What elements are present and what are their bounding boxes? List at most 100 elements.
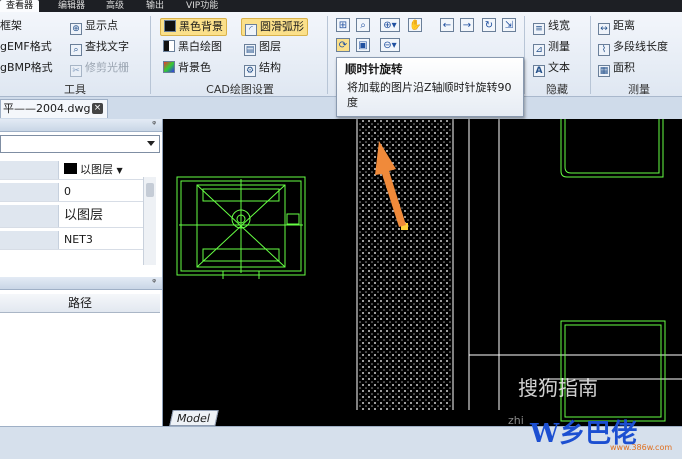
select-frame-icon[interactable]: ▣: [356, 38, 370, 52]
arrow-left-icon[interactable]: ←: [440, 18, 454, 32]
zoom-in-icon[interactable]: ⊕▾: [380, 18, 400, 32]
background-color-button[interactable]: 背景色: [163, 60, 211, 76]
emf-prefix: g: [0, 40, 7, 53]
properties-scrollbar[interactable]: [143, 177, 156, 265]
find-text-label: 查找文字: [85, 40, 129, 53]
measure-button[interactable]: ⊿ 测量: [533, 39, 570, 56]
structure-label: 结构: [259, 61, 281, 74]
area-label: 面积: [613, 61, 635, 74]
arc-icon: ◜: [245, 24, 257, 36]
rotate-back-icon[interactable]: ⇲: [502, 18, 516, 32]
zhi-watermark: zhi: [508, 414, 524, 427]
model-tab[interactable]: Model: [169, 410, 219, 426]
palette-icon: [163, 61, 175, 73]
ribbon-divider: [524, 16, 525, 94]
property-key: [0, 205, 59, 227]
document-tab-label: 平——2004.dwg: [3, 102, 91, 115]
smooth-arcs-button[interactable]: ◜ 圆滑弧形: [241, 18, 308, 36]
trim-raster-label: 修剪光栅: [85, 61, 129, 74]
property-value: NET3: [64, 233, 93, 246]
measure-icon: ⊿: [533, 44, 545, 56]
arrow-right-icon[interactable]: →: [460, 18, 474, 32]
text-button[interactable]: A 文本: [533, 60, 570, 77]
property-value: 以图层: [64, 208, 104, 223]
rotate-clockwise-icon[interactable]: ⟳: [336, 38, 350, 52]
path-column-header[interactable]: 路径: [0, 294, 160, 313]
text-label: 文本: [548, 61, 570, 74]
area-button[interactable]: ▦ 面积: [598, 60, 635, 77]
zoom-out-icon[interactable]: ⊖▾: [380, 38, 400, 52]
color-swatch: [64, 163, 77, 174]
layers-label: 图层: [259, 40, 281, 53]
property-row-layer[interactable]: 0: [0, 183, 150, 202]
tab-editor[interactable]: 编辑器: [52, 0, 91, 12]
property-value: 以图层 ▼: [64, 161, 123, 179]
polyline-length-label: 多段线长度: [613, 40, 668, 53]
fit-window-icon[interactable]: ⊞: [336, 18, 350, 32]
property-key: [0, 231, 59, 249]
rotate-tooltip: 顺时针旋转 将加载的图片沿Z轴顺时针旋转90度: [336, 57, 524, 117]
pin-icon[interactable]: ᵠ: [152, 119, 156, 131]
black-bg-icon: [164, 20, 176, 32]
distance-button[interactable]: ↔ 距离: [598, 18, 635, 35]
emf-label: EMF格式: [6, 40, 52, 53]
cad-drawing: [176, 119, 682, 422]
tab-viewer[interactable]: 查看器: [0, 0, 40, 12]
trim-raster-button[interactable]: ✂ 修剪光栅: [70, 60, 129, 77]
ribbon-divider: [327, 16, 328, 94]
text-icon: A: [533, 65, 545, 77]
properties-panel-title: ᵠ: [0, 119, 162, 132]
document-tab[interactable]: 平——2004.dwg ×: [0, 99, 108, 118]
property-row-lineweight[interactable]: NET3: [0, 231, 150, 250]
area-icon: ▦: [598, 65, 610, 77]
line-width-button[interactable]: ≡ 线宽: [533, 18, 570, 35]
black-background-button[interactable]: 黑色背景: [160, 18, 227, 36]
ribbon-divider: [590, 16, 591, 94]
find-text-button[interactable]: ⌕ 查找文字: [70, 39, 129, 56]
cad-chair-block: [176, 176, 306, 279]
property-row-color[interactable]: 以图层 ▼: [0, 161, 150, 180]
show-points-button[interactable]: ⊕ 显示点: [70, 18, 118, 35]
object-selector-dropdown[interactable]: [0, 135, 160, 153]
bw-drawing-button[interactable]: 黑白绘图: [163, 39, 222, 55]
bg-color-label: 背景色: [178, 61, 211, 74]
property-key: [0, 183, 59, 201]
line-width-label: 线宽: [548, 19, 570, 32]
close-icon[interactable]: ×: [92, 103, 103, 114]
frame-button[interactable]: 框架: [0, 18, 22, 34]
layers-button[interactable]: ▤ 图层: [244, 39, 281, 56]
group-cad-settings-label: CAD绘图设置: [206, 83, 274, 96]
bmp-format-button[interactable]: gBMP格式: [0, 60, 53, 76]
tab-advanced[interactable]: 高级: [100, 0, 130, 12]
show-points-label: 显示点: [85, 19, 118, 32]
polyline-length-button[interactable]: ⌇ 多段线长度: [598, 39, 668, 56]
tab-vip[interactable]: VIP功能: [180, 0, 224, 12]
site-url-watermark: www.386w.com: [610, 443, 673, 452]
tooltip-title: 顺时针旋转: [345, 62, 403, 76]
scroll-thumb[interactable]: [146, 183, 154, 197]
refresh-icon[interactable]: ↻: [482, 18, 496, 32]
pin-icon[interactable]: ᵠ: [152, 277, 156, 289]
left-panel: ᵠ 以图层 ▼ 0 以图层 NET3 ᵠ 路径: [0, 119, 163, 435]
search-icon: ⌕: [70, 44, 82, 56]
bmp-label: BMP格式: [6, 61, 53, 74]
drawing-canvas[interactable]: [163, 119, 682, 426]
pan-hand-icon[interactable]: ✋: [408, 18, 422, 32]
polyline-icon: ⌇: [598, 44, 610, 56]
color-value: 以图层: [80, 163, 113, 176]
structure-icon: ⚙: [244, 65, 256, 77]
black-bg-label: 黑色背景: [179, 20, 223, 33]
property-value: 0: [64, 185, 71, 198]
distance-label: 距离: [613, 19, 635, 32]
emf-format-button[interactable]: gEMF格式: [0, 39, 52, 55]
zoom-window-icon[interactable]: ⌕: [356, 18, 370, 32]
tab-output[interactable]: 输出: [140, 0, 170, 12]
target-icon: ⊕: [70, 23, 82, 35]
smooth-arcs-label: 圆滑弧形: [260, 20, 304, 33]
hatched-region: [359, 119, 451, 410]
property-row-linetype[interactable]: 以图层: [0, 205, 150, 228]
sogou-watermark: 搜狗指南: [518, 376, 598, 400]
structure-button[interactable]: ⚙ 结构: [244, 60, 281, 77]
frame-label: 框架: [0, 19, 22, 32]
group-measure-label: 测量: [628, 83, 650, 96]
